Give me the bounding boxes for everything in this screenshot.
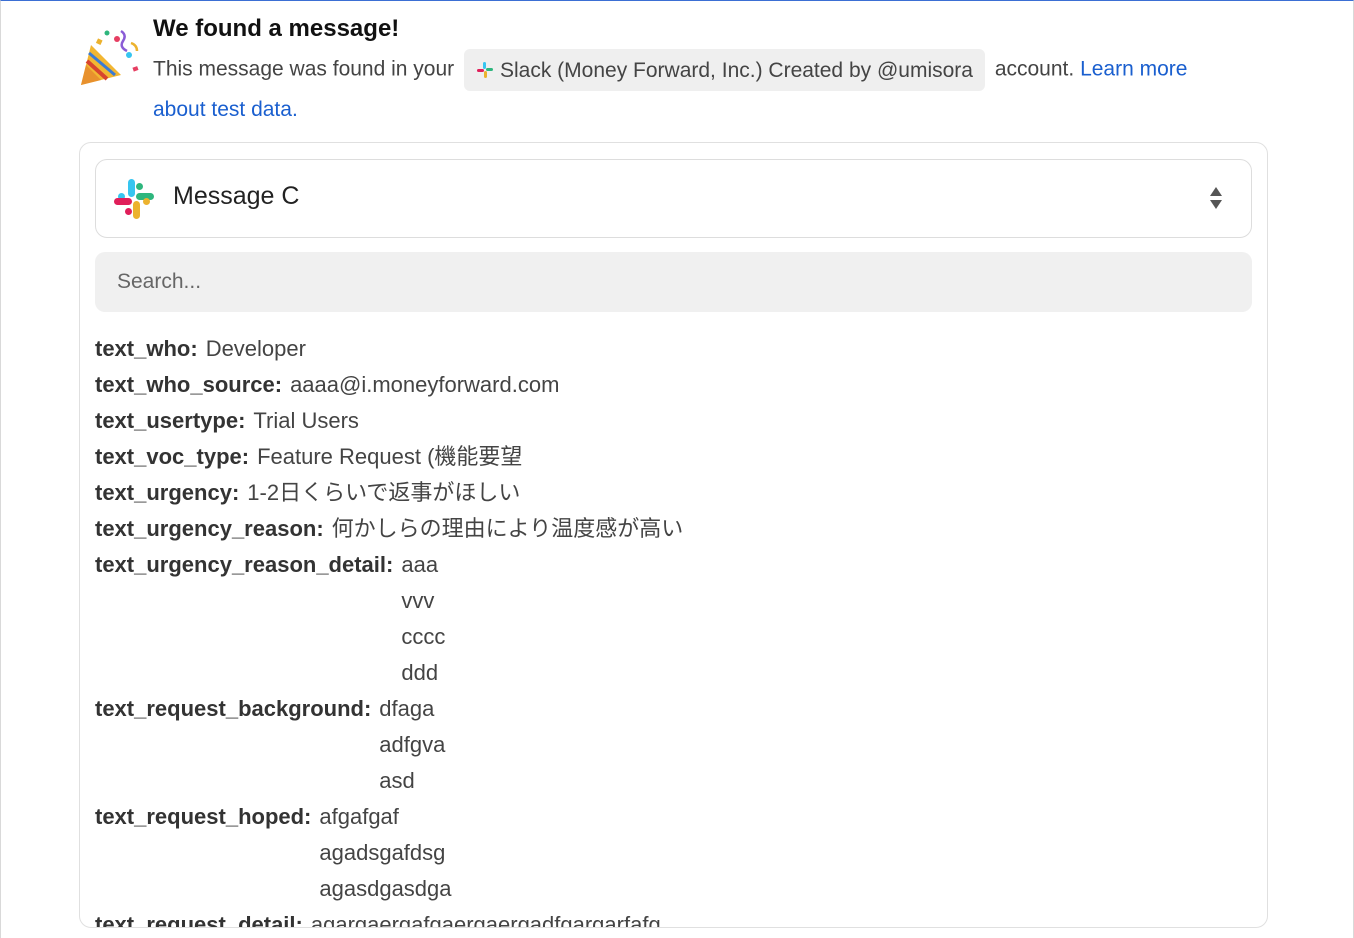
field-value: agasdgasdga <box>319 876 452 901</box>
field-value: 何かしらの理由により温度感が高い <box>331 516 684 541</box>
field-list: text_who: Developer text_who_source: aaaa@i… <box>95 331 1245 928</box>
sort-arrows-icon <box>1210 187 1222 209</box>
field-values: agargaergafgaergaergadfgargarfafg <box>310 907 661 928</box>
field-row: text_request_background: dfaga adfgva asd <box>95 691 1245 799</box>
message-card: Message C text_who: Developer text_who_sou… <box>79 142 1268 928</box>
field-row: text_request_detail: agargaergafgaergaerg… <box>95 907 1245 928</box>
notice-title: We found a message! <box>153 15 400 42</box>
field-key: text_urgency_reason_detail: <box>95 552 394 577</box>
field-values: Trial Users <box>253 403 359 439</box>
field-key: text_urgency_reason: <box>95 516 324 541</box>
field-value: dfaga <box>379 696 435 721</box>
field-values: afgafgaf agadsgafdsg agasdgasdga <box>319 799 451 907</box>
field-values: Feature Request (機能要望 <box>257 439 522 475</box>
field-value: Developer <box>205 336 306 361</box>
slack-logo-icon <box>114 179 154 219</box>
field-value: afgafgaf <box>319 804 399 829</box>
field-values: aaaa@i.moneyforward.com <box>290 367 559 403</box>
field-key: text_who_source: <box>95 372 283 397</box>
slack-logo-icon <box>477 62 493 78</box>
field-key: text_request_detail: <box>95 912 303 928</box>
field-row: text_who_source: aaaa@i.moneyforward.com <box>95 367 1245 403</box>
field-row: text_usertype: Trial Users <box>95 403 1245 439</box>
page-frame: We found a message! This message was fou… <box>0 0 1354 938</box>
field-value: vvv <box>401 588 435 613</box>
field-key: text_who: <box>95 336 198 361</box>
party-popper-icon <box>81 29 139 85</box>
field-key: text_voc_type: <box>95 444 250 469</box>
field-key: text_request_hoped: <box>95 804 312 829</box>
search-input[interactable] <box>95 252 1252 312</box>
field-value: asd <box>379 768 415 793</box>
field-key: text_urgency: <box>95 480 240 505</box>
selected-message-label: Message C <box>173 182 300 210</box>
notice-text-after: account. <box>994 57 1075 81</box>
field-value: Trial Users <box>253 408 359 433</box>
field-value: cccc <box>401 624 446 649</box>
field-value: 1-2日くらいで返事がほしい <box>247 480 521 505</box>
field-row: text_urgency_reason: 何かしらの理由により温度感が高い <box>95 511 1245 547</box>
field-value: Feature Request (機能要望 <box>257 444 523 469</box>
field-values: aaa vvv cccc ddd <box>401 547 445 691</box>
account-label: Slack (Money Forward, Inc.) Created by @… <box>500 58 973 82</box>
field-values: 何かしらの理由により温度感が高い <box>332 511 684 547</box>
field-values: Developer <box>206 331 306 367</box>
field-row: text_who: Developer <box>95 331 1245 367</box>
message-selector[interactable]: Message C <box>95 159 1252 238</box>
notice-text-before: This message was found in your <box>153 57 455 81</box>
field-value: adfgva <box>379 732 446 757</box>
field-values: 1-2日くらいで返事がほしい <box>247 475 520 511</box>
field-value: aaa <box>401 552 439 577</box>
field-row: text_urgency_reason_detail: aaa vvv cccc ddd <box>95 547 1245 691</box>
account-chip: Slack (Money Forward, Inc.) Created by @… <box>464 49 985 91</box>
field-values: dfaga adfgva asd <box>379 691 445 799</box>
field-key: text_request_background: <box>95 696 372 721</box>
field-value: agargaergafgaergaergadfgargarfafg <box>310 912 661 928</box>
field-row: text_voc_type: Feature Request (機能要望 <box>95 439 1245 475</box>
field-value: agadsgafdsg <box>319 840 446 865</box>
field-value: aaaa@i.moneyforward.com <box>290 372 560 397</box>
field-row: text_urgency: 1-2日くらいで返事がほしい <box>95 475 1245 511</box>
field-key: text_usertype: <box>95 408 246 433</box>
field-row: text_request_hoped: afgafgaf agadsgafdsg ag… <box>95 799 1245 907</box>
notice-text: This message was found in your Slack (Mo… <box>153 49 1243 128</box>
field-value: ddd <box>401 660 439 685</box>
